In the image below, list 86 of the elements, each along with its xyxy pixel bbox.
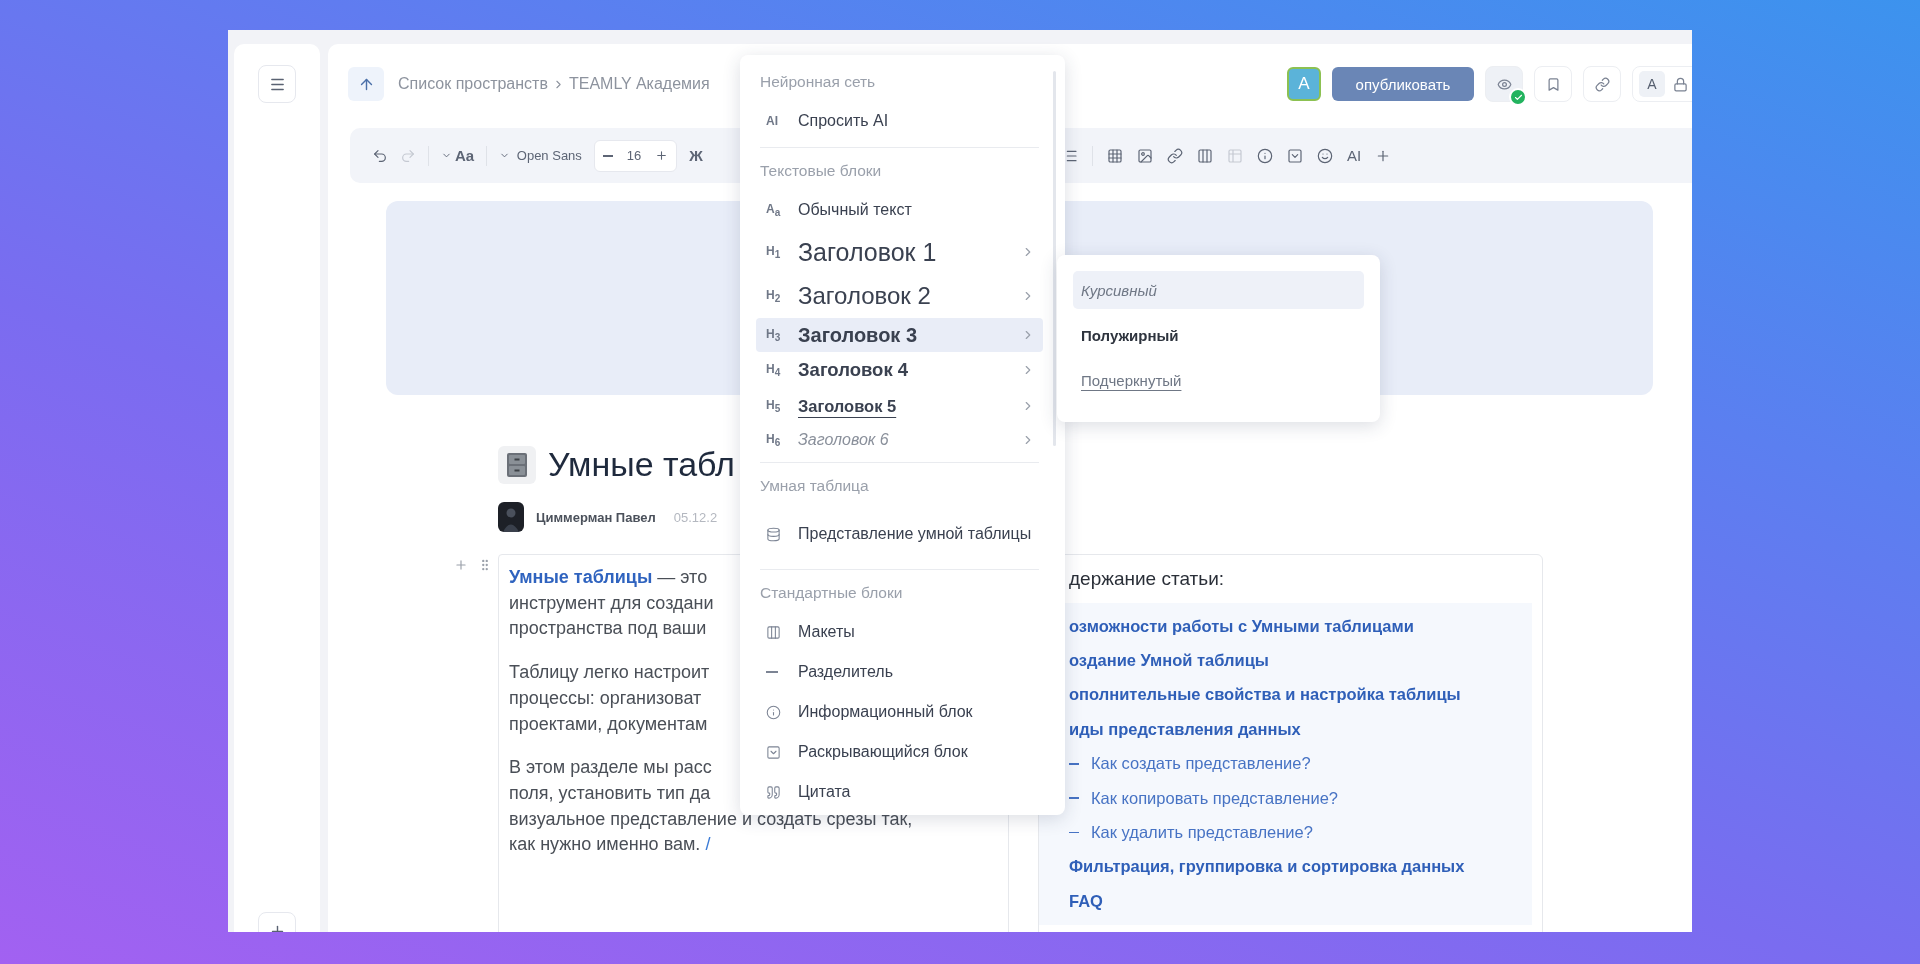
undo-icon <box>372 147 388 164</box>
link-icon <box>1167 147 1183 164</box>
text-line: инструмент для создани <box>509 591 714 615</box>
increase-button[interactable] <box>655 149 669 162</box>
collapse-icon <box>1287 147 1303 164</box>
link-button[interactable] <box>1583 66 1621 102</box>
collapse-button[interactable] <box>1287 147 1303 164</box>
text-style-button[interactable]: Aa <box>441 147 475 164</box>
breadcrumb-link[interactable]: TEAMLY Академия <box>568 75 710 93</box>
menu-item[interactable]: Информационный блок <box>756 692 1043 732</box>
submenu-item[interactable]: Курсивный <box>1073 271 1364 309</box>
quote-icon <box>766 784 781 800</box>
image-button[interactable] <box>1137 147 1153 164</box>
link-button[interactable] <box>1167 147 1183 164</box>
database-icon <box>766 526 781 542</box>
menu-item[interactable]: Представление умной таблицы <box>756 505 1043 563</box>
breadcrumb-link[interactable]: Список пространств <box>398 75 548 93</box>
menu-item[interactable]: H$_{1}$ Заголовок 1 <box>756 230 1043 274</box>
columns-icon <box>1197 147 1213 164</box>
contents-title: держание статьи: <box>1068 567 1226 591</box>
table-icon <box>1107 147 1123 164</box>
font-size-field[interactable]: 16 <box>593 139 678 172</box>
text-line: В этом разделе мы расс <box>509 756 712 780</box>
text-line: как нужно именно вам. / <box>509 833 711 857</box>
bold-button[interactable]: Ж <box>689 147 703 164</box>
user-chip[interactable]: A <box>1639 71 1665 97</box>
info-button[interactable] <box>1257 147 1273 164</box>
text-line: процессы: организоват <box>509 686 702 710</box>
text-line: пространства под ваши <box>509 617 707 641</box>
table-icon <box>1227 147 1243 164</box>
smiley-icon <box>1317 147 1333 164</box>
menu-item[interactable]: AI Спросить AI <box>756 101 1043 141</box>
ai-button[interactable]: AI <box>1347 147 1362 164</box>
font-select[interactable]: Open Sans <box>499 148 582 163</box>
menu-section-title: Стандартные блоки <box>759 583 904 603</box>
submenu-item[interactable]: Полужирный <box>1073 316 1364 354</box>
access-chip[interactable]: A <box>1632 66 1692 102</box>
info-icon <box>1257 147 1273 164</box>
font-size-value: 16 <box>626 148 642 163</box>
columns-icon <box>766 624 781 640</box>
text-line: Таблицу легко настроит <box>509 661 710 685</box>
link-icon <box>1594 76 1610 92</box>
contents-link[interactable]: FAQ <box>1039 884 1532 919</box>
undo-button[interactable] <box>372 147 388 164</box>
menu-item[interactable]: A$_{a}$ Обычный текст <box>756 190 1043 230</box>
text-line: проектами, документам <box>509 712 708 736</box>
lock-icon <box>1673 76 1688 92</box>
menu-item[interactable]: H$_{2}$ Заголовок 2 <box>756 274 1043 318</box>
article-title: Умные табл <box>548 445 735 484</box>
article-link[interactable]: Умные таблицы <box>509 567 653 587</box>
eye-icon <box>1496 76 1512 92</box>
redo-icon <box>400 147 416 164</box>
collapse-icon <box>766 744 781 760</box>
submenu-item[interactable]: Подчеркнутый <box>1073 361 1364 399</box>
decrease-button[interactable] <box>602 154 613 157</box>
publish-button[interactable]: опубликовать <box>1332 67 1474 101</box>
emoji-button[interactable] <box>1317 147 1333 164</box>
menu-item[interactable]: Разделитель <box>756 652 1043 692</box>
menu-section-title: Текстовые блоки <box>759 161 883 181</box>
text-line: поля, установить тип да <box>509 781 711 805</box>
info-icon <box>766 704 781 720</box>
menu-item[interactable]: H$_{4}$ Заголовок 4 <box>756 352 1043 388</box>
cabinet-icon <box>506 451 528 478</box>
menu-item[interactable]: H$_{3}$ Заголовок 3 <box>756 318 1043 352</box>
menu-item[interactable]: Макеты <box>756 612 1043 652</box>
up-button[interactable] <box>348 67 384 101</box>
preview-button[interactable] <box>1485 66 1523 102</box>
contents-link[interactable]: Как удалить представление? <box>1039 815 1532 850</box>
image-icon <box>1137 147 1153 164</box>
bookmark-button[interactable] <box>1534 66 1572 102</box>
table-button[interactable] <box>1107 147 1123 164</box>
plus-icon <box>655 149 669 162</box>
bookmark-icon <box>1545 76 1561 92</box>
divider-icon <box>766 671 778 673</box>
columns-button[interactable] <box>1197 147 1213 164</box>
article-date: 05.12.2 <box>673 509 718 525</box>
menu-item[interactable]: H$_{6}$ Заголовок 6 <box>756 424 1043 456</box>
menu-section-title: Умная таблица <box>759 476 870 496</box>
menu-item[interactable]: H$_{5}$ Заголовок 5 <box>756 388 1043 424</box>
minus-icon <box>602 154 613 157</box>
avatar <box>498 502 524 532</box>
contents-link[interactable]: Фильтрация, группировка и сортировка данных <box>1039 849 1532 885</box>
text-line: Умные таблицы — это <box>509 566 708 589</box>
menu-section-title: Нейронная сеть <box>759 72 877 92</box>
author-name: Циммерман Павел <box>536 509 656 525</box>
menu-button[interactable] <box>258 65 296 103</box>
